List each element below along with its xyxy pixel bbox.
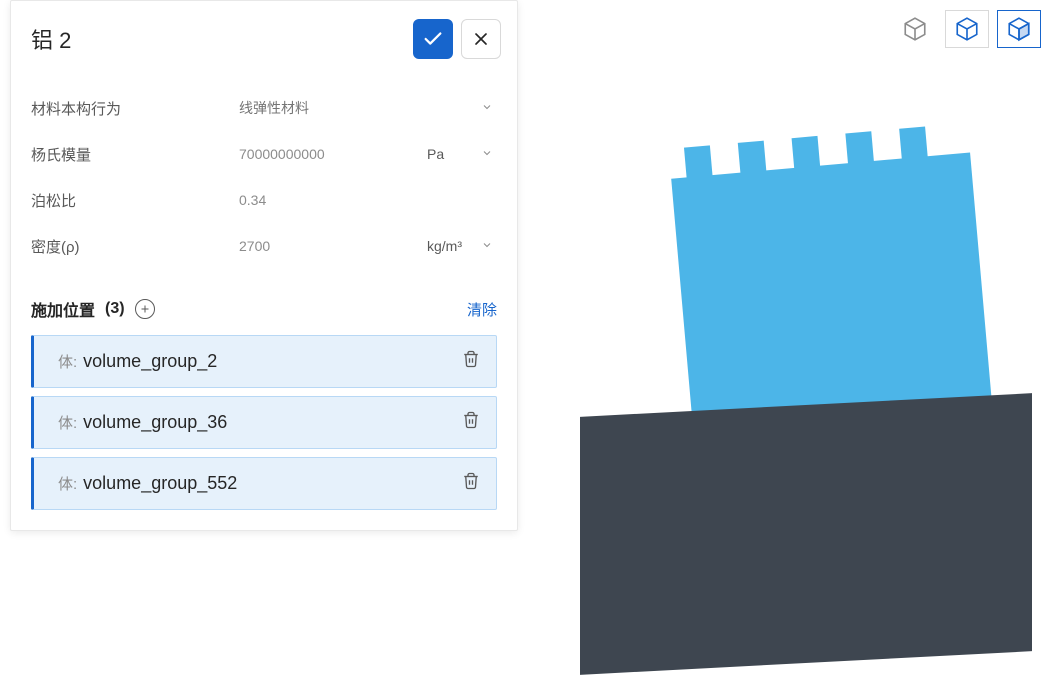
prop-poisson: 泊松比: [31, 177, 497, 223]
cube-icon: [954, 16, 980, 42]
prop-density: 密度(ρ) kg/m³: [31, 223, 497, 269]
poisson-input[interactable]: [239, 184, 497, 216]
density-input[interactable]: [239, 230, 427, 262]
view-orientation-button[interactable]: [893, 10, 937, 48]
item-name: volume_group_2: [83, 351, 460, 372]
header-buttons: [413, 19, 501, 59]
material-panel: 铝 2 材料本构行为 杨氏模量 Pa: [10, 0, 518, 531]
close-icon: [471, 29, 491, 49]
item-prefix: 体:: [58, 351, 77, 372]
confirm-button[interactable]: [413, 19, 453, 59]
list-item[interactable]: 体: volume_group_2: [31, 335, 497, 388]
assignment-section: 施加位置 (3) 清除 体: volume_group_2 体: volume_…: [11, 297, 517, 530]
clear-link[interactable]: 清除: [467, 299, 497, 320]
cube-shaded-icon: [1006, 16, 1032, 42]
prop-label-behavior: 材料本构行为: [31, 98, 239, 119]
behavior-select[interactable]: [239, 92, 477, 124]
list-item[interactable]: 体: volume_group_552: [31, 457, 497, 510]
view-toolbar: [893, 10, 1041, 48]
panel-header: 铝 2: [11, 1, 517, 77]
list-item[interactable]: 体: volume_group_36: [31, 396, 497, 449]
chevron-down-icon[interactable]: [477, 143, 497, 166]
youngs-unit: Pa: [427, 146, 471, 162]
trash-icon: [462, 350, 480, 368]
assignment-count: (3): [105, 300, 125, 318]
property-list: 材料本构行为 杨氏模量 Pa 泊松比: [11, 77, 517, 289]
item-name: volume_group_36: [83, 412, 460, 433]
view-mode-button-1[interactable]: [945, 10, 989, 48]
chevron-down-icon[interactable]: [477, 235, 497, 258]
item-prefix: 体:: [58, 473, 77, 494]
assignment-title-text: 施加位置: [31, 297, 95, 321]
cancel-button[interactable]: [461, 19, 501, 59]
add-assignment-button[interactable]: [135, 299, 155, 319]
chevron-down-icon[interactable]: [477, 97, 497, 120]
prop-label-density: 密度(ρ): [31, 236, 239, 257]
delete-item-button[interactable]: [460, 470, 482, 497]
check-icon: [422, 28, 444, 50]
prop-label-poisson: 泊松比: [31, 190, 239, 211]
item-prefix: 体:: [58, 412, 77, 433]
item-name: volume_group_552: [83, 473, 460, 494]
trash-icon: [462, 472, 480, 490]
view-mode-button-2[interactable]: [997, 10, 1041, 48]
viewport-3d[interactable]: [540, 0, 1041, 693]
assignment-title: 施加位置 (3): [31, 297, 155, 321]
prop-label-youngs: 杨氏模量: [31, 144, 239, 165]
prop-behavior: 材料本构行为: [31, 85, 497, 131]
cube-icon: [902, 16, 928, 42]
density-unit: kg/m³: [427, 238, 471, 254]
panel-title: 铝 2: [31, 23, 71, 55]
youngs-input[interactable]: [239, 138, 427, 170]
plus-icon: [139, 303, 151, 315]
trash-icon: [462, 411, 480, 429]
assignment-header: 施加位置 (3) 清除: [31, 297, 497, 321]
delete-item-button[interactable]: [460, 409, 482, 436]
assignment-list: 体: volume_group_2 体: volume_group_36 体: …: [31, 335, 497, 510]
delete-item-button[interactable]: [460, 348, 482, 375]
prop-youngs: 杨氏模量 Pa: [31, 131, 497, 177]
